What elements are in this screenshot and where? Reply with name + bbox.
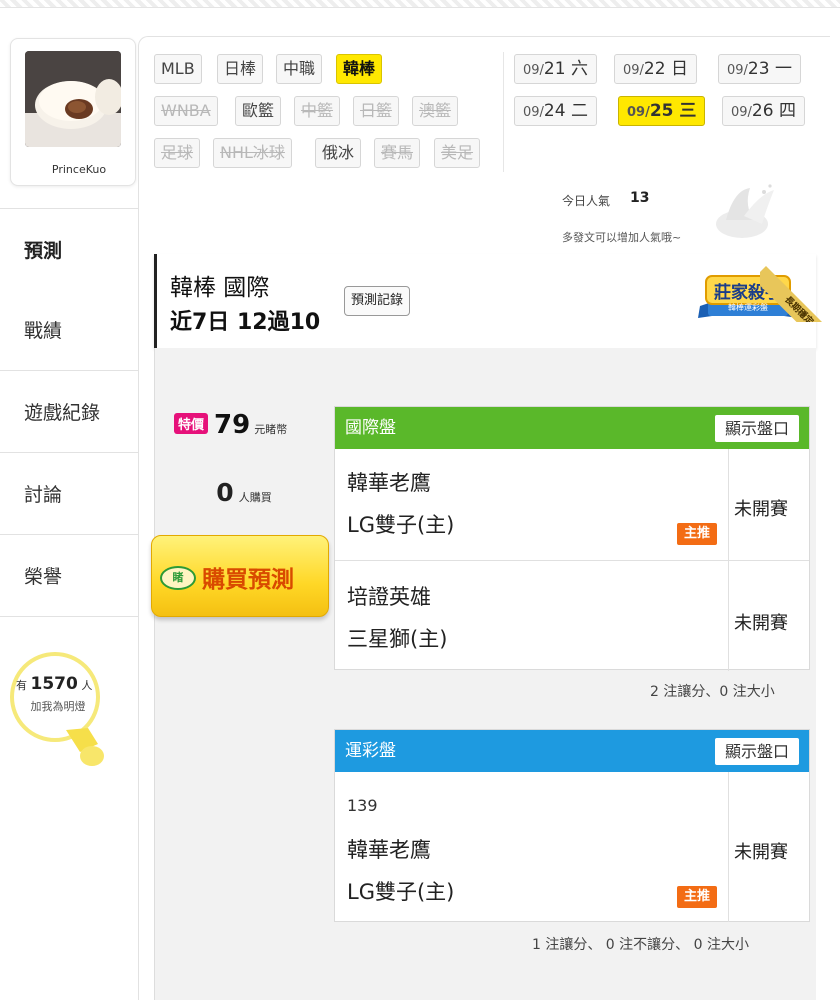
away-team: 韓華老鷹 (347, 471, 431, 495)
price-value: 79 (214, 410, 251, 440)
sidebar-item-discussion[interactable]: 討論 (0, 453, 138, 535)
popularity-hint: 多發文可以增加人氣哦~ (562, 231, 682, 244)
away-team: 韓華老鷹 (347, 838, 431, 862)
fans-lightbulb[interactable]: 有 1570 人 加我為明燈 (10, 652, 104, 766)
popularity-label: 今日人氣 (562, 194, 611, 208)
sport-tab-khl[interactable]: 俄冰 (315, 138, 362, 168)
sport-tab-nhl: NHL冰球 (213, 138, 292, 168)
sidebar-item-label: 討論 (24, 484, 63, 506)
lottery-bet-summary: 1 注讓分、 0 注不讓分、 0 注大小 (532, 937, 749, 953)
main-pick-badge: 主推 (677, 523, 717, 545)
home-team: LG雙子(主) (347, 513, 455, 537)
game-status: 未開賽 (734, 842, 788, 863)
divider (503, 52, 504, 172)
date-tab-0926[interactable]: 09/26 四 (722, 96, 805, 126)
column-divider (728, 561, 729, 671)
panel-header: 運彩盤 顯示盤口 (335, 730, 809, 772)
username[interactable]: PrinceKuo (11, 163, 147, 176)
panel-header: 國際盤 顯示盤口 (335, 407, 809, 449)
date-tab-0922[interactable]: 09/22 日 (614, 54, 697, 84)
table-row: 139 韓華老鷹 LG雙子(主) 主推 未開賽 (335, 772, 809, 922)
sidebar-item-record[interactable]: 戰績 (0, 289, 138, 371)
sport-tab-kbo[interactable]: 韓棒 (336, 54, 383, 84)
home-team: 三星獅(主) (347, 627, 448, 651)
sport-tab-nbl: 澳籃 (412, 96, 459, 126)
show-odds-button[interactable]: 顯示盤口 (714, 738, 799, 765)
fans-count: 有 1570 人 (16, 674, 93, 694)
league-title: 韓棒 國際 (170, 275, 270, 301)
ribbon-label: 長期穩定 (760, 266, 836, 322)
sport-tab-npb[interactable]: 日棒 (217, 54, 264, 84)
sport-tab-wnba: WNBA (154, 96, 218, 126)
show-odds-button[interactable]: 顯示盤口 (714, 415, 799, 442)
sports-lottery-panel: 運彩盤 顯示盤口 139 韓華老鷹 LG雙子(主) 主推 未開賽 (334, 729, 810, 922)
sidebar-item-game-history[interactable]: 遊戲紀錄 (0, 371, 138, 453)
intl-bet-summary: 2 注讓分、0 注大小 (650, 684, 775, 700)
table-row: 培證英雄 三星獅(主) 未開賽 (335, 561, 809, 671)
game-status: 未開賽 (734, 613, 788, 634)
away-team: 培證英雄 (347, 585, 431, 609)
sidebar-item-label: 榮譽 (24, 566, 63, 588)
recent-record: 近7日 12過10 (170, 310, 321, 335)
international-odds-panel: 國際盤 顯示盤口 韓華老鷹 LG雙子(主) 主推 未開賽 培證英雄 三星獅(主)… (334, 406, 810, 671)
sport-tab-soccer: 足球 (154, 138, 201, 168)
sport-tab-horse-racing: 賽馬 (374, 138, 421, 168)
popularity-count: 13 (630, 190, 650, 206)
sport-tab-bleague: 日籃 (353, 96, 400, 126)
buy-prediction-button[interactable]: 睹 購買預測 (151, 535, 329, 617)
profile-card[interactable]: PrinceKuo (10, 38, 136, 186)
date-tab-0923[interactable]: 09/23 一 (718, 54, 801, 84)
game-number: 139 (347, 796, 378, 815)
long-term-stable-ribbon: 長期穩定 (760, 246, 836, 322)
fans-caption: 加我為明燈 (30, 700, 86, 713)
panel-title: 國際盤 (345, 418, 396, 438)
special-price-badge: 特價 (174, 413, 209, 434)
date-tab-0924[interactable]: 09/24 二 (514, 96, 597, 126)
prediction-record-button[interactable]: 預測記錄 (344, 286, 411, 316)
game-status: 未開賽 (734, 499, 788, 520)
bird-deco-icon (716, 184, 774, 238)
sport-tab-mlb[interactable]: MLB (154, 54, 202, 84)
home-team: LG雙子(主) (347, 880, 455, 904)
date-tab-0925[interactable]: 09/25 三 (618, 96, 706, 126)
main-pick-badge: 主推 (677, 886, 717, 908)
coin-icon: 睹 (160, 566, 196, 590)
column-divider (728, 449, 729, 560)
sidebar-item-label: 戰績 (24, 320, 63, 342)
date-tab-0921[interactable]: 09/21 六 (514, 54, 597, 84)
column-divider (728, 772, 729, 922)
table-row: 韓華老鷹 LG雙子(主) 主推 未開賽 (335, 449, 809, 561)
sidebar-item-label: 遊戲紀錄 (24, 402, 101, 424)
buyers-count: 0 人購買 (216, 478, 272, 507)
top-border (0, 0, 840, 8)
bulb-base-icon (66, 728, 104, 766)
sport-tab-cba: 中籃 (294, 96, 341, 126)
panel-title: 運彩盤 (345, 741, 396, 761)
sport-tab-nfl: 美足 (434, 138, 481, 168)
buy-button-label: 購買預測 (202, 567, 294, 593)
price-unit: 元睹幣 (254, 423, 288, 436)
avatar[interactable] (25, 51, 121, 147)
sidebar-item-label: 預測 (24, 240, 63, 262)
sidebar-item-predictions[interactable]: 預測 (0, 208, 140, 290)
price-line: 特價 79 元睹幣 (174, 410, 287, 440)
sport-tab-cpbl[interactable]: 中職 (276, 54, 323, 84)
sidebar-item-honor[interactable]: 榮譽 (0, 535, 138, 617)
sport-tab-euro-basketball[interactable]: 歐籃 (235, 96, 282, 126)
